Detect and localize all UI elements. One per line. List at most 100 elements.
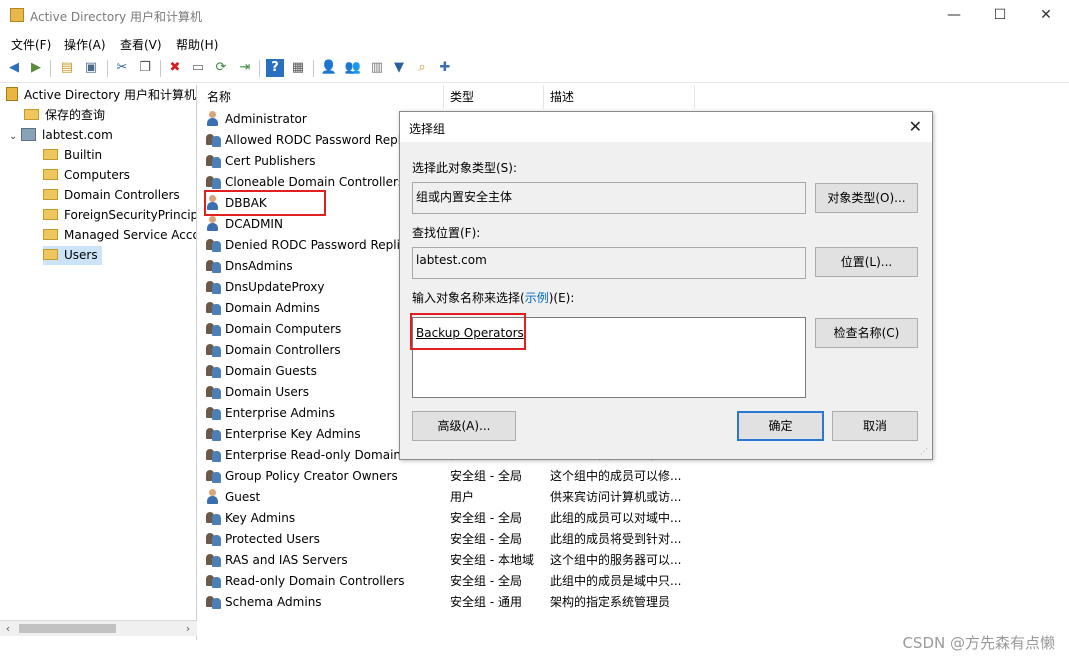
menu-action[interactable]: 操作(A): [64, 36, 106, 53]
scroll-right-icon[interactable]: ›: [180, 621, 196, 637]
menu-file[interactable]: 文件(F): [11, 36, 51, 53]
cell-name-text: Protected Users: [225, 532, 320, 546]
minimize-button[interactable]: —: [931, 0, 977, 31]
tree-item-foreign-security-principals[interactable]: ForeignSecurityPrincipals: [43, 206, 196, 225]
cell-name: Key Admins: [206, 508, 444, 529]
dialog-close-icon[interactable]: ✕: [909, 117, 922, 136]
object-names-label-prefix: 输入对象名称来选择(: [412, 291, 525, 305]
object-type-field: 组或内置安全主体: [412, 182, 806, 214]
up-folder-icon[interactable]: ▤: [58, 59, 76, 77]
cell-type: 安全组 - 本地域: [450, 553, 534, 567]
toolbar-separator: [50, 60, 51, 77]
new-group-icon[interactable]: 👥: [344, 59, 362, 77]
scroll-left-icon[interactable]: ‹: [0, 621, 16, 637]
advanced-button[interactable]: 高级(A)...: [412, 411, 516, 441]
object-names-label: 输入对象名称来选择(示例)(E):: [412, 289, 574, 306]
dialog-title: 选择组: [409, 122, 446, 136]
scrollbar-thumb[interactable]: [19, 624, 116, 633]
forward-icon[interactable]: ▶: [27, 59, 45, 77]
table-row[interactable]: Read-only Domain Controllers 安全组 - 全局 此组中的…: [201, 571, 1069, 592]
cell-name-text: Domain Computers: [225, 322, 342, 336]
object-names-label-suffix: )(E):: [548, 291, 575, 305]
tree-item-label: Users: [64, 248, 98, 262]
group-icon: [206, 153, 222, 168]
table-row[interactable]: Group Policy Creator Owners 安全组 - 全局 这个组中的…: [201, 466, 1069, 487]
folder-icon: [43, 169, 58, 180]
window-title: Active Directory 用户和计算机: [30, 10, 203, 24]
cancel-button[interactable]: 取消: [832, 411, 918, 441]
show-console-tree-icon[interactable]: ▣: [82, 59, 100, 77]
group-icon: [206, 258, 222, 273]
ok-button[interactable]: 确定: [737, 411, 824, 441]
tree-item-domain-controllers[interactable]: Domain Controllers: [43, 186, 180, 205]
menu-bar: 文件(F) 操作(A) 查看(V) 帮助(H): [0, 31, 1069, 55]
table-row[interactable]: RAS and IAS Servers 安全组 - 本地域 这个组中的服务器可以..…: [201, 550, 1069, 571]
object-types-button[interactable]: 对象类型(O)...: [815, 183, 918, 213]
table-row[interactable]: Schema Admins 安全组 - 通用 架构的指定系统管理员: [201, 592, 1069, 613]
export-icon[interactable]: ⇥: [236, 59, 254, 77]
cell-name-text: Cloneable Domain Controllers: [225, 175, 405, 189]
cell-name: Guest: [206, 487, 444, 508]
folder-icon: [43, 209, 58, 220]
group-icon: [206, 426, 222, 441]
check-names-button[interactable]: 检查名称(C): [815, 318, 918, 348]
group-icon: [206, 174, 222, 189]
toolbar-separator: [259, 60, 260, 77]
folder-icon: [43, 249, 58, 260]
toolbar: ◀ ▶ ▤ ▣ ✂ ❐ ✖ ▭ ⟳ ⇥ ? ▦ 👤 👥 ▥ ▼ ⌕ ✚: [0, 55, 1069, 83]
cell-name: Group Policy Creator Owners: [206, 466, 444, 487]
group-icon: [206, 447, 222, 462]
cut-icon[interactable]: ✂: [113, 59, 131, 77]
location-field: labtest.com: [412, 247, 806, 279]
menu-help[interactable]: 帮助(H): [176, 36, 218, 53]
group-icon: [206, 321, 222, 336]
delete-icon[interactable]: ✖: [166, 59, 184, 77]
cell-type: 安全组 - 全局: [450, 532, 522, 546]
view-icon[interactable]: ▦: [289, 59, 307, 77]
add-to-group-icon[interactable]: ✚: [436, 59, 454, 77]
highlight-box-backup-operators: [410, 313, 526, 350]
cell-name: RAS and IAS Servers: [206, 550, 444, 571]
copy-icon[interactable]: ❐: [136, 59, 154, 77]
column-header-name[interactable]: 名称: [201, 85, 444, 109]
group-icon: [206, 510, 222, 525]
menu-view[interactable]: 查看(V): [120, 36, 162, 53]
chevron-down-icon[interactable]: ⌄: [9, 127, 21, 146]
tree-item-managed-service-accounts[interactable]: Managed Service Accounts: [43, 226, 196, 245]
folder-icon: [24, 109, 39, 120]
find-icon[interactable]: ⌕: [413, 59, 431, 77]
close-button[interactable]: ✕: [1023, 0, 1069, 31]
cell-name-text: Guest: [225, 490, 261, 504]
cell-name: Read-only Domain Controllers: [206, 571, 444, 592]
filter-icon[interactable]: ▼: [390, 59, 408, 77]
tree-item-label: Builtin: [64, 148, 103, 162]
tree-item-saved-queries[interactable]: 保存的查询: [24, 106, 105, 125]
properties-icon[interactable]: ▭: [189, 59, 207, 77]
table-row[interactable]: Guest 用户 供来宾访问计算机或访...: [201, 487, 1069, 508]
help-icon[interactable]: ?: [266, 59, 284, 77]
column-header-description[interactable]: 描述: [544, 85, 695, 109]
tree-item-label: Computers: [64, 168, 130, 182]
group-icon: [206, 300, 222, 315]
tree-horizontal-scrollbar[interactable]: ‹ ›: [0, 620, 197, 636]
refresh-icon[interactable]: ⟳: [212, 59, 230, 77]
new-ou-icon[interactable]: ▥: [368, 59, 386, 77]
tree-item-computers[interactable]: Computers: [43, 166, 130, 185]
table-row[interactable]: Key Admins 安全组 - 全局 此组的成员可以对域中...: [201, 508, 1069, 529]
tree-item-domain[interactable]: ⌄ labtest.com: [9, 126, 113, 145]
group-icon: [206, 552, 222, 567]
watermark: CSDN @方先森有点懒: [902, 634, 1055, 652]
cell-type: 安全组 - 通用: [450, 595, 522, 609]
back-icon[interactable]: ◀: [5, 59, 23, 77]
tree-item-users[interactable]: Users: [43, 246, 102, 265]
examples-link[interactable]: 示例: [525, 291, 549, 305]
tree-item-label: ForeignSecurityPrincipals: [64, 208, 196, 222]
column-header-type[interactable]: 类型: [444, 85, 544, 109]
locations-button[interactable]: 位置(L)...: [815, 247, 918, 277]
tree-item-builtin[interactable]: Builtin: [43, 146, 102, 165]
resize-grip-icon[interactable]: ⋰: [920, 447, 930, 457]
table-row[interactable]: Protected Users 安全组 - 全局 此组的成员将受到针对...: [201, 529, 1069, 550]
new-user-icon[interactable]: 👤: [320, 59, 338, 77]
maximize-button[interactable]: ☐: [977, 0, 1023, 31]
tree-root[interactable]: Active Directory 用户和计算机: [6, 86, 196, 105]
